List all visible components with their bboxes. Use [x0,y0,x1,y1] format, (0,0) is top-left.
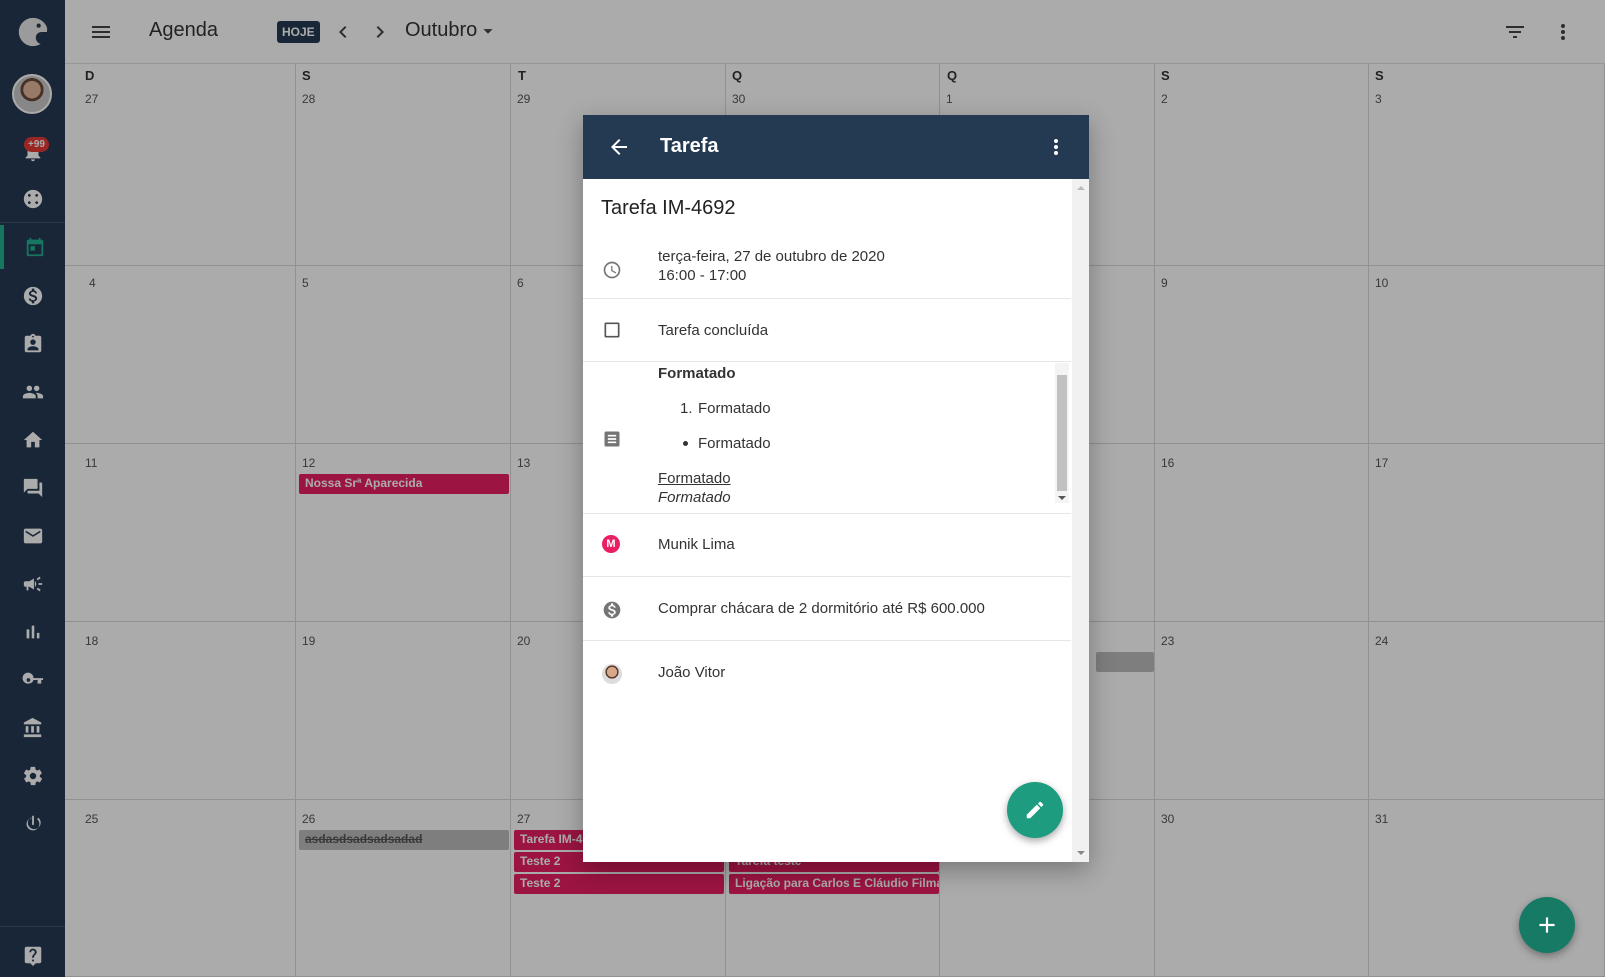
bullet-dot [683,441,688,446]
row-divider [583,298,1071,299]
dialog-scrollbar[interactable] [1072,179,1089,862]
deal-name[interactable]: Comprar chácara de 2 dormitório até R$ 6… [658,600,985,617]
contact-avatar: M [602,535,620,553]
dialog-more-icon[interactable] [1044,135,1068,164]
checkbox-icon[interactable] [602,320,622,345]
description-bullet-item: Formatado [698,435,771,452]
contact-name[interactable]: Munik Lima [658,536,735,553]
task-dialog: Tarefa Tarefa IM-4692 terça-feira, 27 de… [583,115,1089,862]
description-scrollbar[interactable] [1055,363,1069,503]
owner-avatar [602,664,622,684]
task-completed-label[interactable]: Tarefa concluída [658,322,768,339]
description-underline: Formatado [658,470,731,487]
description-bold: Formatado [658,365,736,382]
scroll-thumb[interactable] [1057,375,1067,491]
row-divider [583,513,1071,514]
dialog-header: Tarefa [583,115,1089,179]
dialog-title: Tarefa [660,135,719,157]
description-ordered-number: 1. [680,400,693,417]
app: +99 Agenda HOJE Outubro D S T Q Q S S 27… [0,0,1605,977]
task-date: terça-feira, 27 de outubro de 2020 [658,248,885,265]
row-divider [583,640,1071,641]
description-ordered-item: Formatado [698,400,771,417]
task-time: 16:00 - 17:00 [658,267,747,284]
task-name: Tarefa IM-4692 [601,197,736,219]
add-event-button[interactable] [1519,897,1575,953]
description-icon [602,429,622,454]
row-divider [583,576,1071,577]
row-divider [583,361,1071,362]
clock-icon [602,260,622,285]
owner-name[interactable]: João Vitor [658,664,725,681]
deal-dollar-icon [602,600,622,625]
plus-icon [1539,917,1555,933]
edit-button[interactable] [1007,782,1063,838]
pencil-icon [1026,801,1044,819]
back-arrow-icon[interactable] [607,135,631,164]
description-italic: Formatado [658,489,731,506]
